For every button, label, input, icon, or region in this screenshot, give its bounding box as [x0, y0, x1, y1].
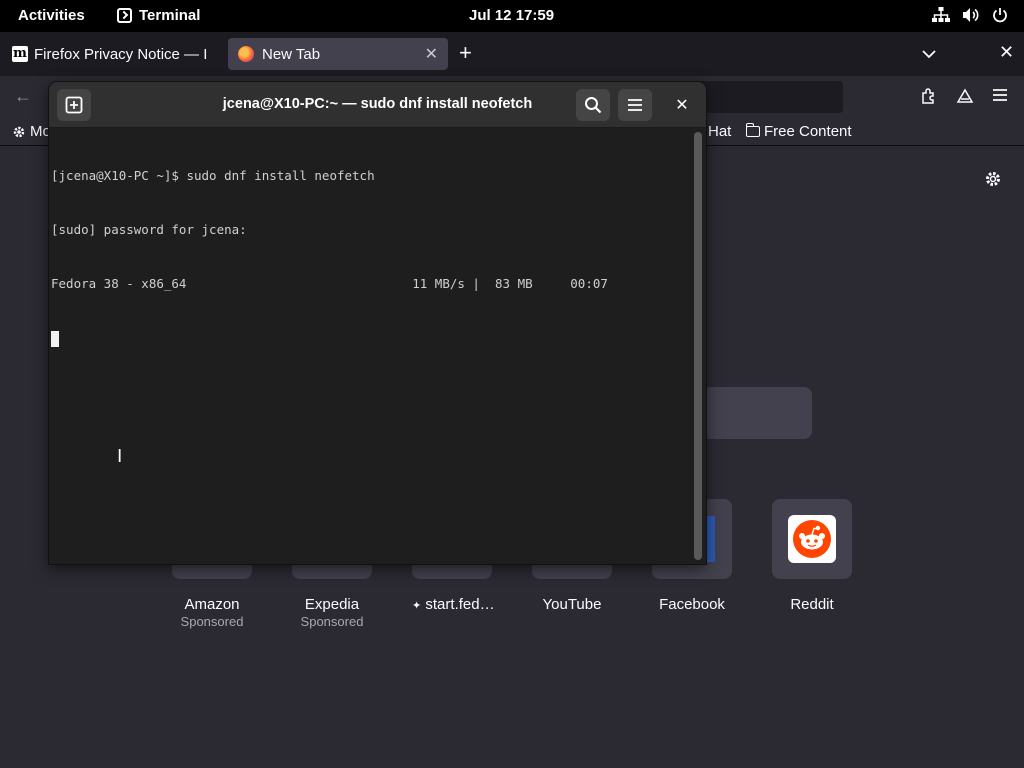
personalize-gear-icon[interactable] — [984, 170, 1002, 193]
sponsored-label: Sponsored — [180, 614, 244, 629]
clock[interactable]: Jul 12 17:59 — [469, 7, 554, 24]
window-close-button[interactable]: ✕ — [999, 42, 1014, 63]
top-site-title: Reddit — [790, 596, 834, 613]
top-site-thumbnail — [772, 499, 852, 579]
terminal-output[interactable]: [jcena@X10-PC ~]$ sudo dnf install neofe… — [51, 131, 691, 561]
terminal-scrollbar[interactable] — [694, 132, 702, 560]
text-cursor — [51, 330, 59, 347]
terminal-icon — [117, 8, 132, 23]
list-all-tabs-chevron-icon[interactable] — [922, 46, 936, 64]
hamburger-menu-icon — [628, 99, 642, 111]
search-icon — [585, 97, 602, 114]
bookmark-label: Free Content — [764, 123, 852, 140]
terminal-line: Fedora 38 - x86_64 11 MB/s | 83 MB 00:07 — [51, 276, 608, 291]
hamburger-menu-icon[interactable] — [992, 88, 1008, 107]
tab-label: Firefox Privacy Notice — I — [34, 45, 208, 63]
top-site-title: Facebook — [659, 596, 725, 613]
app-name: Terminal — [139, 7, 201, 24]
terminal-search-button[interactable] — [576, 89, 610, 121]
bookmark-red-hat[interactable]: Hat — [708, 123, 731, 140]
new-tab-button[interactable]: + — [459, 42, 472, 64]
facebook-logo-fragment — [705, 516, 715, 562]
power-icon — [993, 8, 1007, 23]
mouse-ibeam-cursor-icon: I — [117, 446, 123, 467]
tab-label: New Tab — [262, 45, 321, 63]
app-menu-terminal[interactable]: Terminal — [117, 7, 200, 24]
network-icon — [932, 7, 950, 22]
terminal-close-button[interactable]: ✕ — [667, 90, 697, 120]
top-site-title: ✦ start.fed… — [412, 596, 495, 613]
sponsored-label: Sponsored — [300, 614, 364, 629]
back-arrow-icon[interactable]: ← — [14, 86, 32, 107]
terminal-window[interactable]: jcena@X10-PC:~ — sudo dnf install neofet… — [49, 82, 706, 564]
pin-icon: ✦ — [412, 600, 422, 612]
terminal-line: [sudo] password for jcena: — [51, 222, 247, 237]
bookmark-free-content[interactable]: Free Content — [745, 123, 852, 140]
extensions-icon[interactable] — [920, 87, 938, 110]
firefox-tab-strip: m Firefox Privacy Notice — I New Tab ✕ +… — [0, 32, 1024, 76]
volume-icon — [963, 8, 979, 22]
terminal-line: [jcena@X10-PC ~]$ sudo dnf install neofe… — [51, 168, 375, 183]
terminal-cursor-line — [51, 329, 691, 347]
bookmark-mozilla[interactable]: Mo — [12, 123, 51, 140]
top-site-title: YouTube — [542, 596, 602, 613]
top-site-reddit[interactable]: Reddit — [772, 499, 852, 613]
top-site-title: Expedia — [304, 596, 360, 613]
top-site-title: Amazon — [184, 596, 240, 613]
gear-icon — [13, 126, 25, 137]
activities-button[interactable]: Activities — [18, 7, 85, 24]
folder-icon — [745, 123, 760, 137]
new-tab-search-box[interactable] — [700, 387, 812, 439]
terminal-headerbar[interactable]: jcena@X10-PC:~ — sudo dnf install neofet… — [49, 82, 706, 128]
terminal-menu-button[interactable] — [618, 89, 652, 121]
tab-privacy-notice[interactable]: m Firefox Privacy Notice — I — [2, 38, 224, 70]
close-tab-icon[interactable]: ✕ — [425, 44, 438, 64]
account-icon[interactable] — [956, 87, 974, 110]
bookmark-label: Mo — [30, 123, 51, 140]
reddit-icon — [788, 515, 836, 563]
tab-new-tab[interactable]: New Tab ✕ — [228, 38, 448, 70]
firefox-icon — [238, 46, 254, 62]
system-tray[interactable] — [932, 7, 1008, 23]
gnome-top-bar: Activities Terminal Jul 12 17:59 — [0, 0, 1024, 32]
mozilla-m-icon: m — [12, 46, 28, 62]
